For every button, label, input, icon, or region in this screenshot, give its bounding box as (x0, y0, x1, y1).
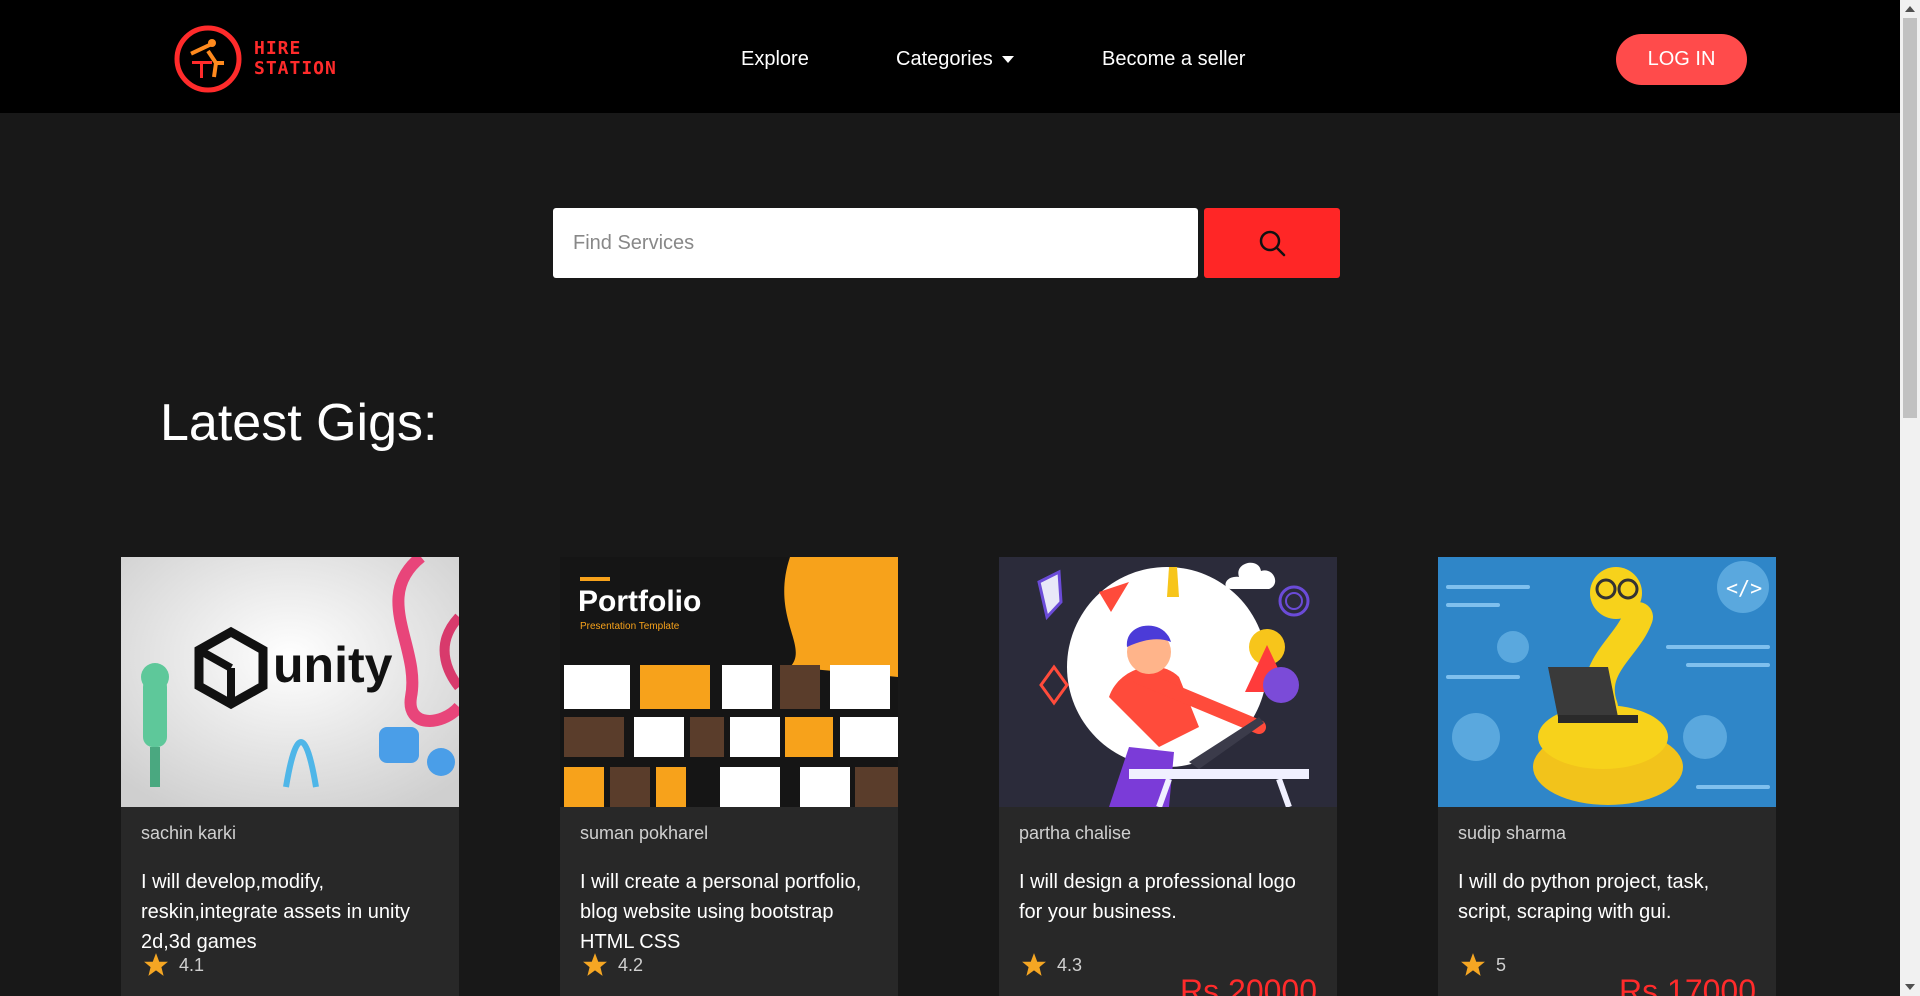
gig-image-text: Portfolio (578, 585, 701, 618)
scroll-thumb[interactable] (1903, 18, 1917, 418)
gig-card[interactable]: </> sudip sharma I will do python projec… (1438, 557, 1776, 996)
gig-seller-name[interactable]: sachin karki (141, 823, 236, 844)
gig-seller-name[interactable]: suman pokharel (580, 823, 708, 844)
star-icon (1461, 953, 1485, 976)
gig-card[interactable]: Portfolio Presentation Template suman po… (560, 557, 898, 996)
nav-become-seller[interactable]: Become a seller (1102, 48, 1245, 71)
gig-title[interactable]: I will develop,modify, reskin,integrate … (141, 867, 441, 957)
gig-thumbnail[interactable] (999, 557, 1337, 807)
gig-thumbnail[interactable]: unity (121, 557, 459, 807)
nav-explore[interactable]: Explore (741, 48, 809, 71)
gig-rating: 4.2 (582, 952, 643, 978)
nav-categories[interactable]: Categories (896, 48, 1014, 71)
caret-down-icon (1001, 56, 1014, 64)
gig-rating: 5 (1460, 952, 1506, 978)
search-input[interactable] (553, 208, 1198, 278)
main-nav: Explore Categories Become a seller (0, 0, 1900, 113)
gig-title[interactable]: I will do python project, task, script, … (1458, 867, 1758, 927)
login-button[interactable]: LOG IN (1616, 34, 1747, 85)
gig-rating-value: 4.2 (618, 954, 644, 975)
gig-image-subtext: Presentation Template (580, 621, 680, 632)
search-icon (1259, 230, 1286, 257)
gig-rating-value: 4.1 (179, 954, 205, 975)
top-navbar: HIRE STATION Explore Categories Become a… (0, 0, 1900, 113)
search-button[interactable] (1204, 208, 1340, 278)
nav-categories-label: Categories (896, 48, 993, 70)
gig-thumbnail[interactable]: Portfolio Presentation Template (560, 557, 898, 807)
gig-card[interactable]: partha chalise I will design a professio… (999, 557, 1337, 996)
gig-price: Rs 17000 (1619, 973, 1756, 996)
gig-seller-name[interactable]: partha chalise (1019, 823, 1131, 844)
gig-rating-value: 4.3 (1057, 954, 1083, 975)
gig-rating: 4.1 (143, 952, 204, 978)
gig-card[interactable]: unity sachin karki I will develop,modify… (121, 557, 459, 996)
gig-rating-value: 5 (1496, 954, 1507, 975)
gig-title[interactable]: I will create a personal portfolio, blog… (580, 867, 880, 957)
svg-text:</>: </> (1726, 576, 1762, 600)
gig-title[interactable]: I will design a professional logo for yo… (1019, 867, 1319, 927)
gig-rating: 4.3 (1021, 952, 1082, 978)
gig-image-text: unity (273, 637, 393, 693)
page-scrollbar[interactable] (1900, 0, 1920, 996)
section-title: Latest Gigs: (160, 394, 438, 452)
star-icon (1022, 953, 1046, 976)
scroll-up-icon[interactable] (1905, 6, 1915, 12)
star-icon (144, 953, 168, 976)
star-icon (583, 953, 607, 976)
gig-thumbnail[interactable]: </> (1438, 557, 1776, 807)
gig-seller-name[interactable]: sudip sharma (1458, 823, 1566, 844)
gig-price: Rs 20000 (1180, 973, 1317, 996)
scroll-down-icon[interactable] (1905, 984, 1915, 990)
